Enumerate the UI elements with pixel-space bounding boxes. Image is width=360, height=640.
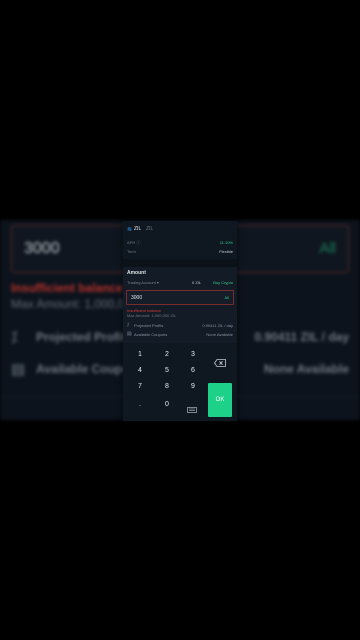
numeric-keypad: 1 2 3 4 5 6 7 8 9 . 0 OK: [123, 343, 237, 421]
keyboard-hide-icon[interactable]: [187, 407, 197, 414]
background-projected-label: Projected Profits: [36, 330, 133, 344]
phone-screen: ≋ ZIL ZIL APR ⓘ 11.10% Term Flexible Amo…: [123, 221, 237, 421]
key-1[interactable]: 1: [127, 347, 153, 363]
available-coupons-label: Available Coupons: [134, 332, 168, 337]
background-error-text: Insufficient balance: [11, 281, 124, 295]
projected-profits-value: 0.90411 ZIL / day: [202, 323, 233, 328]
key-5[interactable]: 5: [154, 363, 180, 379]
all-button[interactable]: All: [225, 295, 229, 300]
background-amount-value: 3000: [24, 240, 60, 257]
coupon-icon: ▤: [127, 331, 132, 337]
background-coupons-value: None Available: [263, 362, 349, 376]
key-8[interactable]: 8: [154, 379, 180, 395]
zil-logo-icon: ≋: [127, 227, 133, 233]
amount-title: Amount: [127, 270, 146, 276]
background-all-button: All: [319, 240, 336, 257]
key-6[interactable]: 6: [180, 363, 206, 379]
account-selector[interactable]: Trading Account ▾: [127, 280, 159, 285]
key-2[interactable]: 2: [154, 347, 180, 363]
projected-profits-label: Projected Profits: [134, 323, 164, 328]
backspace-icon[interactable]: [214, 359, 226, 367]
percent-icon: ⁒: [11, 329, 18, 346]
coin-secondary: ZIL: [146, 226, 154, 232]
key-9[interactable]: 9: [180, 379, 206, 395]
key-3[interactable]: 3: [180, 347, 206, 363]
background-max-amount: Max Amount: 1,000,0: [11, 297, 125, 311]
amount-input-value: 3000: [131, 295, 143, 301]
coin-name: ZIL: [134, 226, 142, 232]
key-4[interactable]: 4: [127, 363, 153, 379]
percent-icon: ⁒: [127, 322, 130, 328]
apr-label: APR ⓘ: [127, 240, 141, 245]
amount-input[interactable]: 3000 All: [126, 290, 234, 305]
term-label: Term: [127, 249, 136, 254]
key-0[interactable]: 0: [154, 397, 180, 413]
max-amount-text: Max Amount: 1,000,000 ZIL: [127, 313, 177, 318]
available-coupons-value[interactable]: None Available: [206, 332, 233, 337]
available-balance: 0 ZIL: [192, 280, 202, 285]
section-divider: [123, 259, 237, 267]
background-coupons-label: Available Coupo: [36, 362, 130, 376]
apr-value: 11.10%: [219, 240, 233, 245]
key-decimal[interactable]: .: [127, 397, 153, 413]
background-projected-value: 0.90411 ZIL / day: [254, 330, 349, 344]
ok-button[interactable]: OK: [208, 383, 232, 417]
product-header: ≋ ZIL ZIL APR ⓘ 11.10% Term Flexible: [123, 221, 237, 259]
term-value: Flexible: [219, 249, 233, 254]
buy-crypto-link[interactable]: Buy Crypto: [213, 280, 233, 285]
coupon-icon: ▤: [11, 361, 26, 378]
key-7[interactable]: 7: [127, 379, 153, 395]
